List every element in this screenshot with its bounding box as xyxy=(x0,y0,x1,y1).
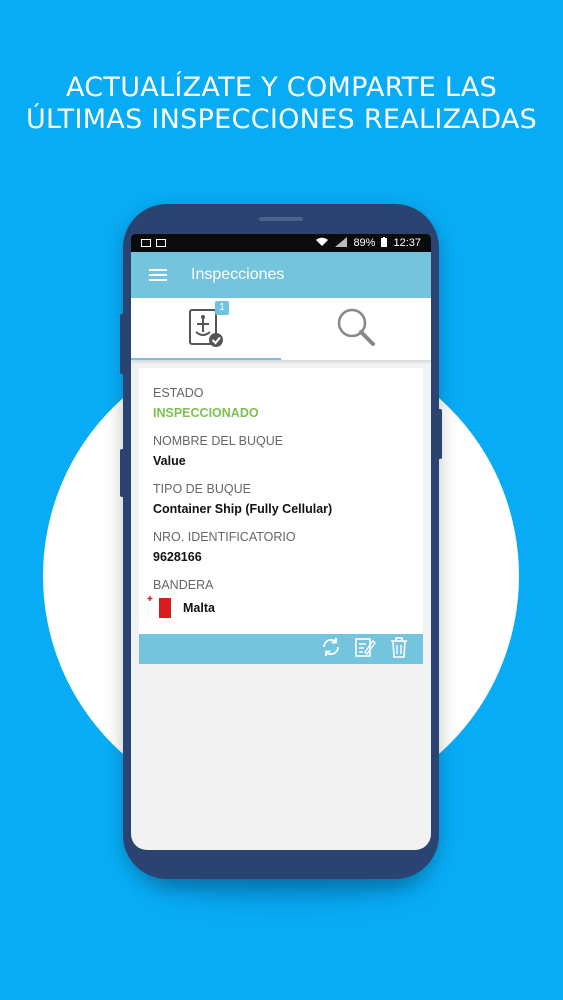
search-icon xyxy=(334,305,378,354)
clock-time: 12:37 xyxy=(393,237,421,249)
malta-flag-icon: ✚ xyxy=(147,596,171,618)
phone-speaker xyxy=(259,217,303,221)
trash-icon xyxy=(389,636,409,663)
nombre-value: Value xyxy=(153,454,186,468)
estado-value: INSPECCIONADO xyxy=(153,406,259,420)
mail-notification-icon xyxy=(156,239,166,247)
edit-document-icon xyxy=(354,636,376,663)
card-action-bar xyxy=(139,634,423,664)
battery-icon xyxy=(381,236,388,250)
inspection-count-badge: 1 xyxy=(215,301,229,315)
nombre-label: NOMBRE DEL BUQUE xyxy=(153,434,284,448)
bandera-value: Malta xyxy=(183,601,215,615)
inspection-card[interactable]: ESTADO INSPECCIONADO NOMBRE DEL BUQUE Va… xyxy=(139,368,423,634)
nro-label: NRO. IDENTIFICATORIO xyxy=(153,530,296,544)
volume-button xyxy=(120,314,125,374)
status-bar: 89% 12:37 xyxy=(131,234,431,252)
tipo-label: TIPO DE BUQUE xyxy=(153,482,251,496)
signal-icon xyxy=(335,236,348,250)
headline-line-1: ACTUALÍZATE Y COMPARTE LAS xyxy=(65,72,498,103)
wifi-icon xyxy=(315,237,329,250)
battery-level: 89% xyxy=(353,237,376,249)
headline-line-2: ÚLTIMAS INSPECCIONES REALIZADAS xyxy=(25,104,538,135)
nro-value: 9628166 xyxy=(153,550,202,564)
bixby-button xyxy=(120,449,125,497)
app-title: Inspecciones xyxy=(191,266,285,283)
bandera-label: BANDERA xyxy=(153,578,214,592)
phone-frame: 89% 12:37 Inspecciones 1 ESTADO INSPECCI… xyxy=(120,204,442,879)
hamburger-menu-icon[interactable] xyxy=(149,266,167,284)
edit-button[interactable] xyxy=(353,637,377,661)
sync-button[interactable] xyxy=(319,637,343,661)
active-tab-indicator xyxy=(131,358,281,360)
app-bar: Inspecciones xyxy=(131,252,431,298)
refresh-icon xyxy=(320,636,342,663)
power-button xyxy=(437,409,442,459)
tab-bar: 1 xyxy=(131,298,431,360)
delete-button[interactable] xyxy=(387,636,411,663)
tipo-value: Container Ship (Fully Cellular) xyxy=(153,502,333,516)
promo-headline: ACTUALÍZATE Y COMPARTE LAS ÚLTIMAS INSPE… xyxy=(0,72,563,136)
gallery-notification-icon xyxy=(141,239,151,247)
tab-search[interactable] xyxy=(281,298,431,360)
estado-label: ESTADO xyxy=(153,386,204,400)
phone-screen: 89% 12:37 Inspecciones 1 ESTADO INSPECCI… xyxy=(131,234,431,850)
tab-inspections[interactable]: 1 xyxy=(131,298,281,360)
